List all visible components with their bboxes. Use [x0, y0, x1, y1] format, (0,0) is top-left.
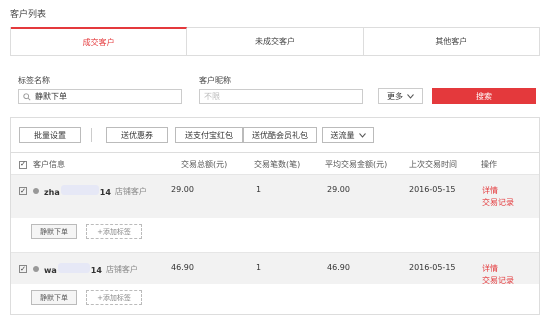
header-count: 交易笔数(笔)	[254, 160, 301, 169]
detail-link[interactable]: 详情	[482, 185, 498, 196]
send-traffic-dropdown[interactable]: 送流量	[322, 127, 374, 143]
detail-link[interactable]: 详情	[482, 263, 498, 274]
table-row: ✓ zha 14 店铺客户 29.00 1 29.00 2016-05-15 详情…	[11, 174, 539, 218]
masked-name	[57, 263, 90, 273]
send-member-gift-button[interactable]: 送优酷会员礼包	[243, 127, 317, 143]
send-coupon-button[interactable]: 送优惠券	[106, 127, 168, 143]
header-total: 交易总额(元)	[181, 160, 228, 169]
status-dot-icon	[33, 188, 39, 194]
toolbar-divider	[91, 128, 92, 142]
tab-closed-customers[interactable]: 成交客户	[11, 27, 188, 55]
add-tag-button[interactable]: +添加标签	[86, 290, 142, 305]
tag-input[interactable]: 静默下单	[18, 89, 182, 104]
last-trade-time: 2016-05-15	[409, 263, 456, 272]
row-tag-area: 静默下单 +添加标签	[11, 218, 539, 246]
trade-count: 1	[256, 263, 262, 272]
row-tag-area: 静默下单 +添加标签	[11, 284, 539, 312]
search-button[interactable]: 搜索	[432, 88, 536, 104]
header-avg: 平均交易金额(元)	[325, 160, 388, 169]
page-title: 客户列表	[10, 10, 47, 20]
tag-input-value: 静默下单	[35, 92, 67, 101]
add-tag-button[interactable]: +添加标签	[86, 224, 142, 239]
send-alipay-redpack-button[interactable]: 送支付宝红包	[175, 127, 243, 143]
table-header: ✓ 客户信息 交易总额(元) 交易笔数(笔) 平均交易金额(元) 上次交易时间 …	[11, 152, 539, 174]
tag-chip[interactable]: 静默下单	[31, 224, 77, 239]
batch-settings-button[interactable]: 批量设置	[19, 127, 81, 143]
customer-name[interactable]: zha 14	[44, 185, 111, 197]
tab-other-customers[interactable]: 其他客户	[364, 28, 539, 55]
total-amount: 46.90	[171, 263, 194, 272]
row-checkbox[interactable]: ✓	[19, 187, 27, 195]
tag-label: 标签名称	[18, 76, 50, 85]
header-customer-info: 客户信息	[33, 160, 65, 169]
customer-type: 店铺客户	[105, 264, 138, 274]
customer-name[interactable]: wa 14	[44, 263, 102, 275]
search-icon	[23, 92, 31, 101]
masked-name	[60, 185, 99, 195]
chevron-down-icon	[407, 93, 414, 99]
avg-amount: 46.90	[327, 263, 350, 272]
last-trade-time: 2016-05-15	[409, 185, 456, 194]
status-dot-icon	[33, 266, 39, 272]
avg-amount: 29.00	[327, 185, 350, 194]
header-last-trade: 上次交易时间	[409, 160, 457, 169]
nickname-input[interactable]: 不限	[199, 89, 363, 104]
nickname-placeholder: 不限	[204, 92, 220, 101]
more-label: 更多	[387, 91, 403, 101]
customer-table-panel: 批量设置 送优惠券 送支付宝红包 送优酷会员礼包 送流量 ✓ 客户信息 交易总额…	[10, 117, 540, 315]
header-actions: 操作	[481, 160, 497, 169]
select-all-checkbox[interactable]: ✓	[19, 160, 27, 169]
send-traffic-label: 送流量	[330, 130, 355, 140]
tag-chip[interactable]: 静默下单	[31, 290, 77, 305]
chevron-down-icon	[358, 132, 366, 138]
customer-type: 店铺客户	[114, 186, 147, 196]
trade-record-link[interactable]: 交易记录	[482, 197, 514, 208]
row-checkbox[interactable]: ✓	[19, 265, 27, 273]
customer-tabs: 成交客户 未成交客户 其他客户	[10, 27, 540, 56]
more-dropdown[interactable]: 更多	[378, 88, 423, 104]
nickname-label: 客户昵称	[199, 76, 231, 85]
trade-count: 1	[256, 185, 262, 194]
total-amount: 29.00	[171, 185, 194, 194]
tab-unclosed-customers[interactable]: 未成交客户	[187, 28, 364, 55]
